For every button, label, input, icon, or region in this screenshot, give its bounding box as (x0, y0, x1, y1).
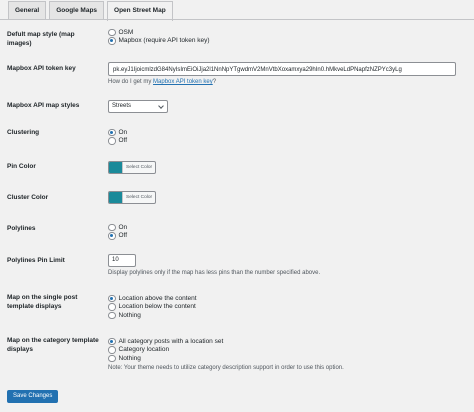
pin-limit-label: Polylines Pin Limit (7, 257, 65, 264)
polylines-radios: On Off (108, 223, 127, 240)
chevron-down-icon (158, 103, 164, 109)
radio-all-category-posts[interactable] (108, 337, 116, 345)
option-label: On (118, 223, 128, 231)
radio-location-below[interactable] (108, 303, 116, 311)
token-help: How do I get my Mapbox API token key? (108, 79, 456, 85)
cluster-color-picker[interactable]: Select Color (108, 191, 156, 204)
radio-nothing[interactable] (108, 311, 116, 319)
clustering-option-on[interactable]: On (108, 128, 127, 137)
token-help-suffix: ? (212, 79, 217, 85)
radio-clustering-off[interactable] (108, 137, 116, 145)
pin-limit-input[interactable]: 10 (108, 254, 136, 267)
token-help-link[interactable]: Mapbox API token key (153, 79, 213, 85)
option-label: On (118, 128, 128, 136)
radio-clustering-on[interactable] (108, 128, 116, 136)
token-help-text: How do I get my (108, 79, 154, 85)
pin-color-control: Select Color (108, 161, 156, 174)
polylines-label: Polylines (7, 225, 36, 232)
cluster-color-label: Cluster Color (7, 194, 49, 201)
radio-polylines-off[interactable] (108, 232, 116, 240)
pin-limit-control: 10 Display polylines only if the map has… (108, 254, 320, 276)
category-option-all[interactable]: All category posts with a location set (108, 337, 344, 346)
map-style-option-mapbox[interactable]: Mapbox (require API token key) (108, 37, 210, 46)
single-post-option-above[interactable]: Location above the content (108, 294, 197, 303)
option-label: All category posts with a location set (118, 337, 224, 345)
tab-open-street-map[interactable]: Open Street Map (107, 1, 173, 21)
clustering-label: Clustering (7, 129, 40, 136)
select-color-label: Select Color (122, 192, 152, 203)
polylines-option-on[interactable]: On (108, 223, 127, 232)
single-post-radios: Location above the content Location belo… (108, 294, 197, 320)
map-style-option-osm[interactable]: OSM (108, 28, 210, 37)
single-post-option-nothing[interactable]: Nothing (108, 311, 197, 320)
tab-google-maps[interactable]: Google Maps (49, 1, 105, 19)
radio-category-location[interactable] (108, 346, 116, 354)
option-label: Location below the content (118, 303, 196, 311)
token-input[interactable]: pk.eyJ1IjoicmlzdG84NyIsImEiOiJja2l1NnNpY… (108, 62, 456, 76)
pin-color-label: Pin Color (7, 163, 36, 170)
save-changes-button[interactable]: Save Changes (7, 390, 59, 403)
option-label: Nothing (118, 311, 141, 319)
option-label: Off (118, 137, 128, 145)
option-label: Off (118, 232, 128, 240)
category-option-location[interactable]: Category location (108, 346, 344, 355)
option-label: OSM (118, 28, 134, 36)
token-label: Mapbox API token key (7, 65, 76, 72)
option-label: Category location (118, 346, 170, 354)
pin-color-picker[interactable]: Select Color (108, 161, 156, 174)
styles-control: Streets (108, 100, 168, 113)
color-swatch (109, 192, 122, 203)
radio-polylines-on[interactable] (108, 223, 116, 231)
map-style-radios: OSM Mapbox (require API token key) (108, 28, 210, 45)
tab-general[interactable]: General (8, 1, 47, 19)
map-style-label: Defult map style (map images) (7, 31, 75, 47)
category-label: Map on the category template displays (7, 337, 99, 353)
radio-nothing[interactable] (108, 354, 116, 362)
option-label: Location above the content (118, 294, 197, 302)
pin-limit-description: Display polylines only if the map has le… (108, 270, 321, 276)
cluster-color-control: Select Color (108, 191, 156, 204)
single-post-option-below[interactable]: Location below the content (108, 303, 197, 312)
color-swatch (109, 162, 122, 173)
option-label: Nothing (118, 354, 141, 362)
radio-mapbox[interactable] (108, 37, 116, 45)
styles-label: Mapbox API map styles (7, 102, 80, 109)
single-post-label: Map on the single post template displays (7, 294, 78, 310)
option-label: Mapbox (require API token key) (118, 37, 210, 45)
radio-osm[interactable] (108, 28, 116, 36)
radio-location-above[interactable] (108, 294, 116, 302)
category-radios: All category posts with a location set C… (108, 337, 344, 371)
polylines-option-off[interactable]: Off (108, 232, 127, 241)
clustering-radios: On Off (108, 128, 127, 145)
category-option-nothing[interactable]: Nothing (108, 354, 344, 363)
settings-tabs: General Google Maps Open Street Map (8, 1, 176, 21)
styles-selected-value: Streets (112, 103, 132, 109)
category-note: Note: Your theme needs to utilize catego… (108, 364, 344, 371)
tab-divider (0, 19, 474, 20)
clustering-option-off[interactable]: Off (108, 137, 127, 146)
styles-select[interactable]: Streets (108, 100, 168, 113)
token-control: pk.eyJ1IjoicmlzdG84NyIsImEiOiJja2l1NnNpY… (108, 62, 456, 85)
select-color-label: Select Color (122, 162, 152, 173)
